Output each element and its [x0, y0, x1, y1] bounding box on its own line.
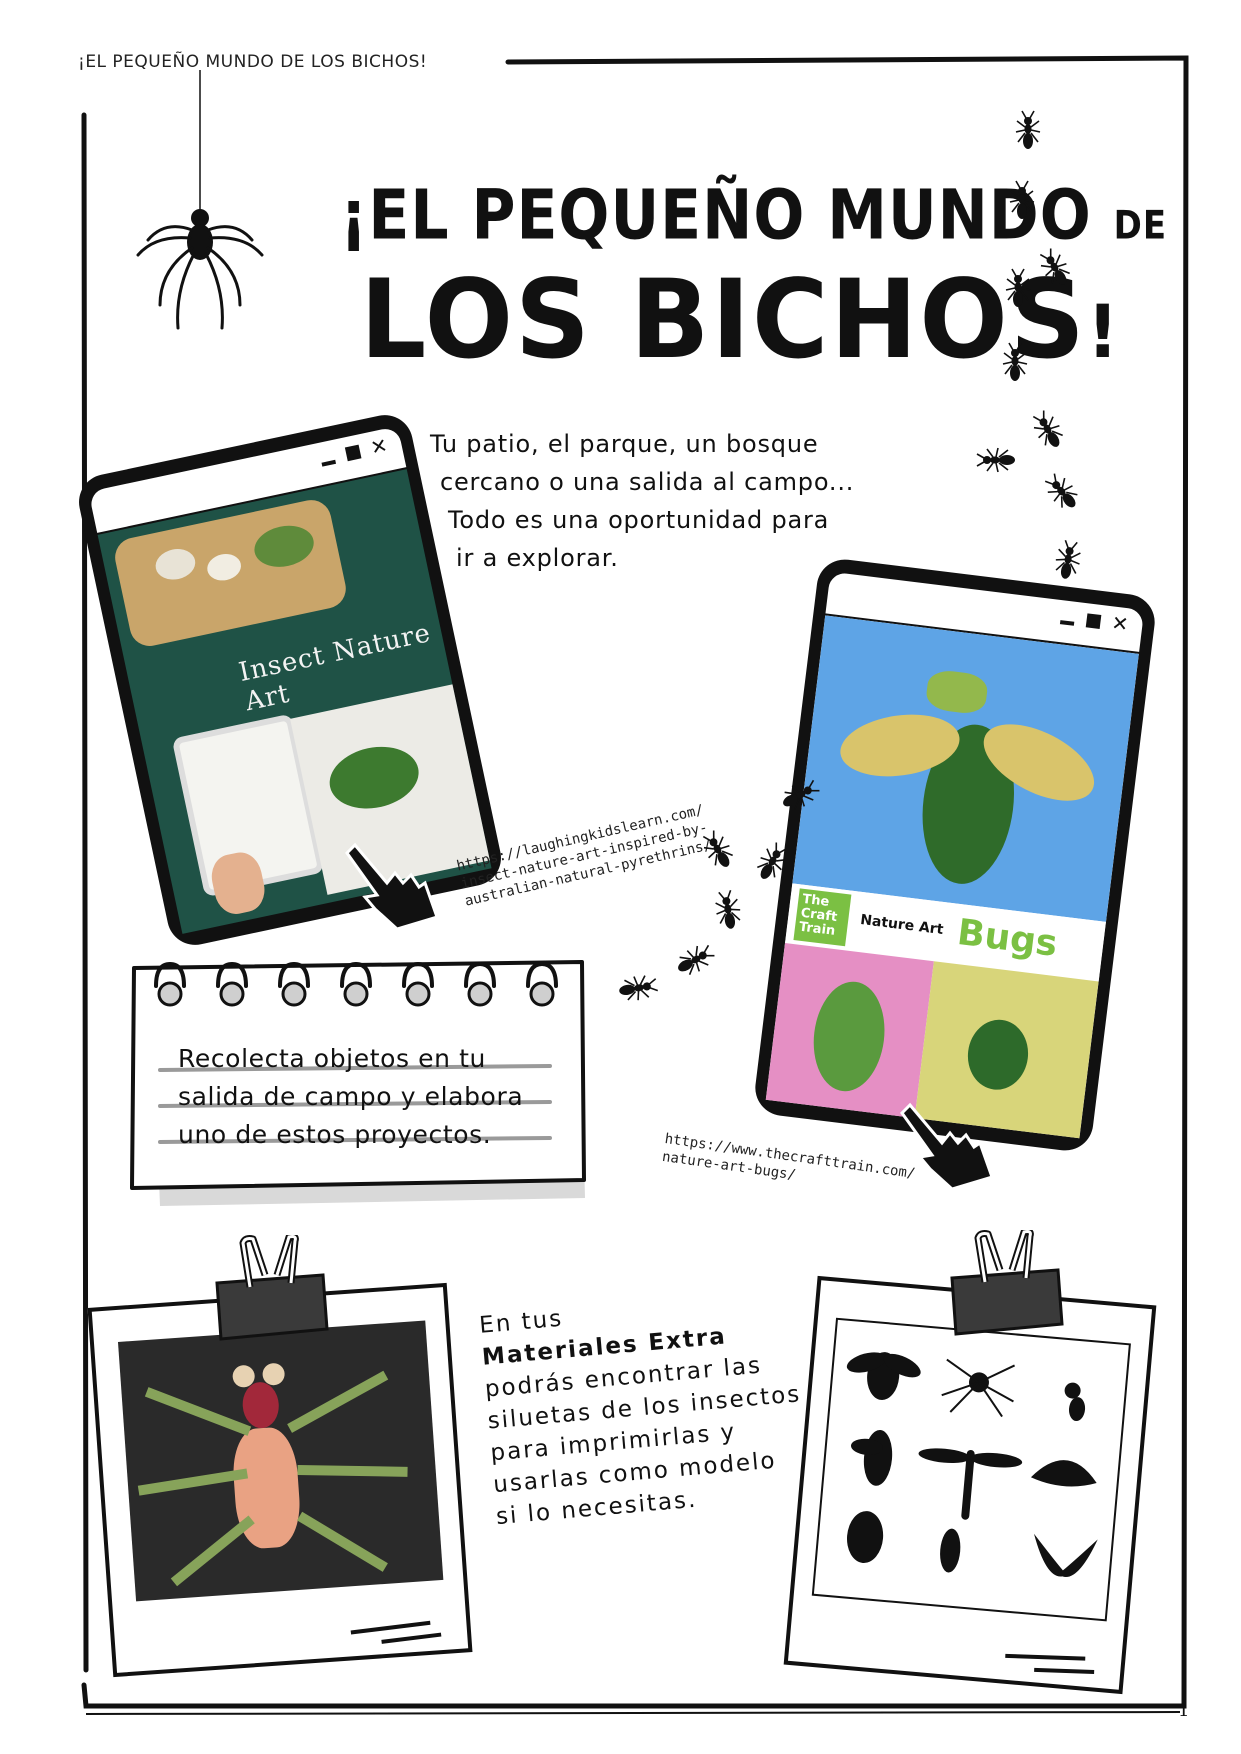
title-small-word: DE	[1113, 202, 1168, 249]
minimize-icon	[321, 459, 337, 467]
intro-line: Tu patio, el parque, un bosque	[430, 430, 819, 458]
pointer-hand-icon	[345, 842, 439, 931]
intro-paragraph: Tu patio, el parque, un bosque cercano o…	[430, 425, 860, 577]
binder-clip-icon	[215, 1235, 329, 1341]
moth-silhouette-icon	[1030, 1460, 1097, 1487]
ant-trail-top	[976, 110, 1085, 582]
polaroid-photo	[117, 1320, 444, 1602]
maximize-icon	[344, 444, 362, 462]
ant-silhouette-icon	[1064, 1382, 1081, 1399]
note-text: Recolecta objetos en tu salida de campo …	[178, 1040, 523, 1154]
note-line: Recolecta objetos en tu	[178, 1044, 486, 1073]
minimize-icon	[1059, 620, 1075, 626]
close-icon: ✕	[1110, 610, 1130, 637]
intro-line: ir a explorar.	[456, 544, 619, 572]
binder-clip-icon	[950, 1230, 1064, 1336]
spider-icon	[136, 70, 264, 330]
intro-line: cercano o una salida al campo...	[440, 468, 855, 496]
bug-silhouette-icon	[846, 1511, 884, 1564]
page-number: 1	[1178, 1700, 1190, 1721]
insect-silhouettes	[846, 1352, 1098, 1577]
beetle-silhouette-icon	[863, 1429, 893, 1486]
note-line: uno de estos proyectos.	[178, 1120, 492, 1149]
note-line: salida de campo y elabora	[178, 1082, 524, 1111]
butterfly-silhouette-icon	[1033, 1533, 1098, 1577]
wasp-silhouette-icon	[940, 1528, 961, 1573]
maximize-icon	[1085, 613, 1102, 629]
silhouette-grid	[811, 1317, 1131, 1622]
extra-materials-text: En tus Materiales Extra podrás encontrar…	[478, 1281, 826, 1533]
ant-trail-middle	[616, 774, 824, 1004]
close-icon: ✕	[368, 432, 390, 460]
intro-line: Todo es una oportunidad para	[448, 506, 830, 534]
